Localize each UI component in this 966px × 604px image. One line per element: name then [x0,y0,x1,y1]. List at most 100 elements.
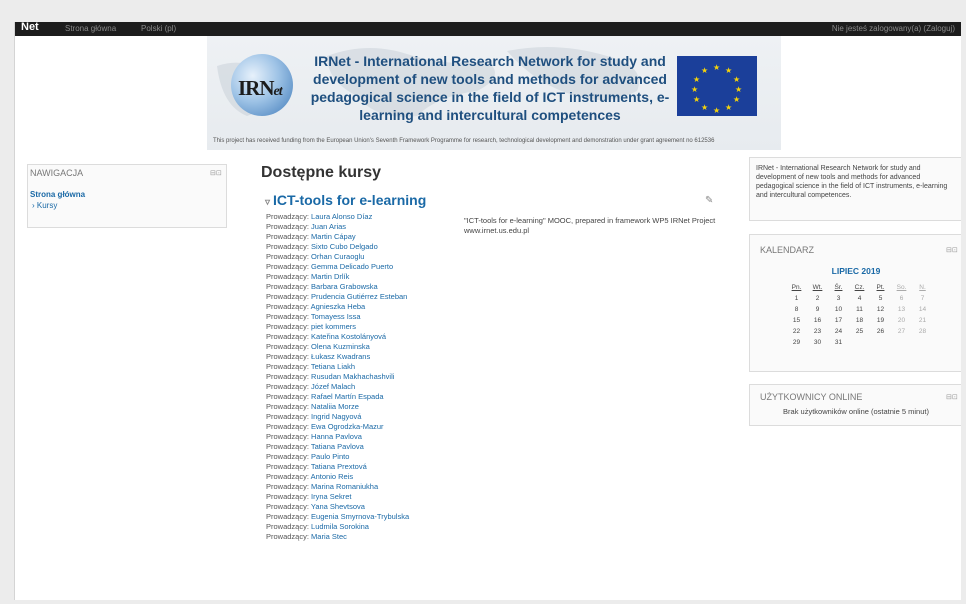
menu-home[interactable]: Strona główna [65,22,116,36]
teacher-row: Prowadzący: Martin Cápay [266,232,466,242]
calendar-day[interactable]: 27 [891,326,912,337]
teacher-name-link[interactable]: Kateřina Kostolányová [311,332,386,341]
calendar-day[interactable]: 20 [891,315,912,326]
block-controls-icon[interactable]: ⊟⊡ [946,393,958,401]
teacher-row: Prowadzący: piet kommers [266,322,466,332]
calendar-day[interactable]: 4 [849,293,870,304]
calendar-day[interactable]: 6 [891,293,912,304]
navigation-title: NAWIGACJA [30,168,84,178]
teacher-name-link[interactable]: Sixto Cubo Delgado [311,242,378,251]
teacher-name-link[interactable]: Ewa Ogrodzka-Mazur [311,422,384,431]
calendar-day[interactable]: 23 [807,326,828,337]
calendar-day[interactable]: 14 [912,304,933,315]
block-controls-icon[interactable]: ⊟⊡ [946,246,958,254]
calendar-day[interactable]: 1 [786,293,807,304]
teacher-name-link[interactable]: Hanna Pavlova [311,432,362,441]
teacher-name-link[interactable]: Orhan Curaoglu [311,252,364,261]
teacher-name-link[interactable]: Tomayess Issa [311,312,361,321]
calendar-day[interactable]: 9 [807,304,828,315]
teacher-role-label: Prowadzący: [266,222,309,231]
teacher-name-link[interactable]: Prudencia Gutiérrez Esteban [311,292,407,301]
teacher-role-label: Prowadzący: [266,242,309,251]
calendar-day[interactable]: 2 [807,293,828,304]
calendar-month[interactable]: LIPIEC 2019 [750,266,961,276]
teacher-role-label: Prowadzący: [266,322,309,331]
nav-courses-link[interactable]: › Kursy [32,201,57,210]
teacher-name-link[interactable]: Józef Malach [311,382,355,391]
calendar-block: KALENDARZ ⊟⊡ LIPIEC 2019 Pn. Wt. Śr. Cz. Pt.… [749,234,961,372]
calendar-day[interactable]: 3 [828,293,849,304]
online-users-block: UŻYTKOWNICY ONLINE ⊟⊡ Brak użytkowników … [749,384,961,426]
teacher-name-link[interactable]: Marina Romaniukha [311,482,378,491]
teacher-name-link[interactable]: Tatiana Pavlova [311,442,364,451]
calendar-weekday: Pt. [876,284,885,291]
calendar-day[interactable]: 16 [807,315,828,326]
teacher-name-link[interactable]: Barbara Grabowska [311,282,378,291]
calendar-day[interactable]: 30 [807,337,828,348]
calendar-day[interactable]: 22 [786,326,807,337]
teacher-name-link[interactable]: Agnieszka Heba [311,302,366,311]
teacher-name-link[interactable]: Tatiana Prextová [311,462,367,471]
teacher-name-link[interactable]: Gemma Delicado Puerto [311,262,393,271]
teacher-name-link[interactable]: Maria Stec [311,532,347,541]
calendar-day[interactable]: 18 [849,315,870,326]
teacher-row: Prowadzący: Hanna Pavlova [266,432,466,442]
teacher-name-link[interactable]: Iryna Sekret [311,492,351,501]
teacher-row: Prowadzący: Ingrid Nagyová [266,412,466,422]
teacher-name-link[interactable]: Martin Cápay [311,232,356,241]
calendar-day[interactable]: 15 [786,315,807,326]
teacher-role-label: Prowadzący: [266,342,309,351]
calendar-day[interactable]: 25 [849,326,870,337]
calendar-day[interactable]: 8 [786,304,807,315]
teacher-name-link[interactable]: Yana Shevtsova [311,502,365,511]
teacher-name-link[interactable]: Rusudan Makhachashvili [311,372,394,381]
teacher-name-link[interactable]: Olena Kuzminska [311,342,370,351]
calendar-day[interactable]: 24 [828,326,849,337]
calendar-day[interactable]: 11 [849,304,870,315]
teacher-name-link[interactable]: Antonio Reis [311,472,354,481]
calendar-day[interactable]: 26 [870,326,891,337]
teacher-name-link[interactable]: Paulo Pinto [311,452,349,461]
menu-language[interactable]: Polski (pl) [141,22,176,36]
calendar-day[interactable]: 29 [786,337,807,348]
calendar-week: 1234567 [786,293,933,304]
nav-home-link[interactable]: Strona główna [30,190,85,199]
teacher-name-link[interactable]: piet kommers [311,322,356,331]
teacher-row: Prowadzący: Martin Drlík [266,272,466,282]
calendar-weekday: Wt. [812,284,823,291]
calendar-day[interactable]: 12 [870,304,891,315]
browser-page: Net Strona główna Polski (pl) Nie jesteś… [14,22,961,600]
teacher-name-link[interactable]: Tetiana Liakh [311,362,355,371]
teacher-name-link[interactable]: Ingrid Nagyová [311,412,361,421]
calendar-day[interactable]: 13 [891,304,912,315]
teacher-name-link[interactable]: Juan Arias [311,222,346,231]
course-link[interactable]: ▿ ICT-tools for e-learning [265,192,426,208]
calendar-day[interactable]: 17 [828,315,849,326]
calendar-day[interactable]: 19 [870,315,891,326]
teacher-list: Prowadzący: Laura Alonso Díaz Prowadzący:… [266,212,466,542]
calendar-day[interactable]: 31 [828,337,849,348]
teacher-name-link[interactable]: Ludmila Sorokina [311,522,369,531]
irnet-info-block: IRNet - International Research Network f… [749,157,961,221]
edit-icon[interactable]: ✎ [705,195,713,206]
calendar-day[interactable]: 21 [912,315,933,326]
calendar-day [870,337,891,348]
teacher-row: Prowadzący: Paulo Pinto [266,452,466,462]
teacher-row: Prowadzący: Ludmila Sorokina [266,522,466,532]
teacher-name-link[interactable]: Martin Drlík [311,272,349,281]
block-controls-icon[interactable]: ⊟⊡ [210,169,222,177]
teacher-name-link[interactable]: Eugenia Smyrnova-Trybulska [311,512,409,521]
teacher-role-label: Prowadzący: [266,212,309,221]
teacher-row: Prowadzący: Gemma Delicado Puerto [266,262,466,272]
teacher-name-link[interactable]: Nataliia Morze [311,402,359,411]
calendar-day[interactable]: 28 [912,326,933,337]
teacher-name-link[interactable]: Rafael Martín Espada [311,392,384,401]
login-info[interactable]: Nie jesteś zalogowany(a) (Zaloguj) [832,22,955,36]
teacher-name-link[interactable]: Laura Alonso Díaz [311,212,372,221]
teacher-name-link[interactable]: Łukasz Kwadrans [311,352,370,361]
calendar-day[interactable]: 10 [828,304,849,315]
site-brand[interactable]: Net [21,22,39,34]
calendar-day[interactable]: 7 [912,293,933,304]
calendar-day[interactable]: 5 [870,293,891,304]
teacher-role-label: Prowadzący: [266,492,309,501]
